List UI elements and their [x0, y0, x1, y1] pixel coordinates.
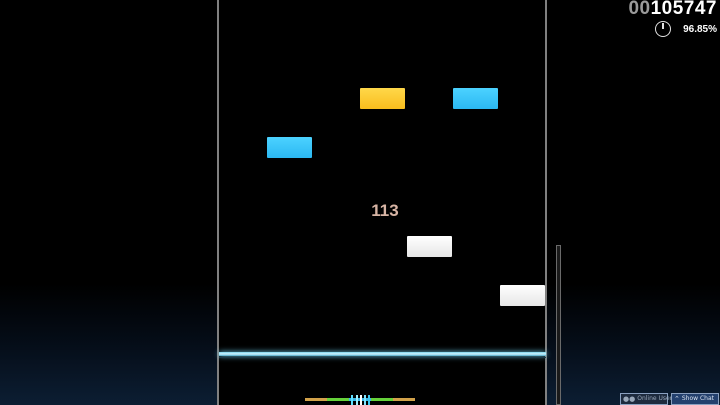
score-display: 00105747: [628, 0, 717, 20]
hit-error-tick: [364, 395, 366, 405]
hit-error-tick: [360, 395, 362, 405]
hit-error-tick: [351, 395, 353, 405]
users-icon: ●●: [623, 395, 636, 403]
judgement-line: [219, 352, 546, 356]
health-bar: [556, 245, 561, 405]
game-screen: 113 00105747 96.85% ●● Online Users ⌃ Sh…: [0, 0, 720, 405]
accuracy-display: 96.85%: [683, 23, 717, 35]
playfield-left-border: [217, 0, 219, 405]
playfield-right-border: [545, 0, 547, 405]
accuracy-row: 96.85%: [655, 20, 717, 38]
score-value: 105747: [650, 0, 717, 19]
note-white: [407, 236, 452, 257]
combo-counter: 113: [371, 201, 399, 220]
online-users-label: Online Users: [637, 395, 676, 402]
show-chat-button[interactable]: ⌃ Show Chat: [671, 393, 719, 405]
hit-error-tick: [368, 395, 370, 405]
note-yellow: [360, 88, 405, 109]
hit-error-tick: [356, 395, 358, 405]
note-blue: [453, 88, 498, 109]
judgement-line-shadow: [219, 357, 546, 358]
pie-timer-icon: [655, 21, 672, 37]
online-users-button[interactable]: ●● Online Users: [620, 393, 675, 405]
note-blue: [267, 137, 312, 158]
chevron-up-icon: ⌃: [674, 395, 680, 403]
show-chat-label: Show Chat: [681, 395, 714, 402]
score-leading-zeros: 00: [628, 0, 651, 19]
note-white: [500, 285, 545, 306]
